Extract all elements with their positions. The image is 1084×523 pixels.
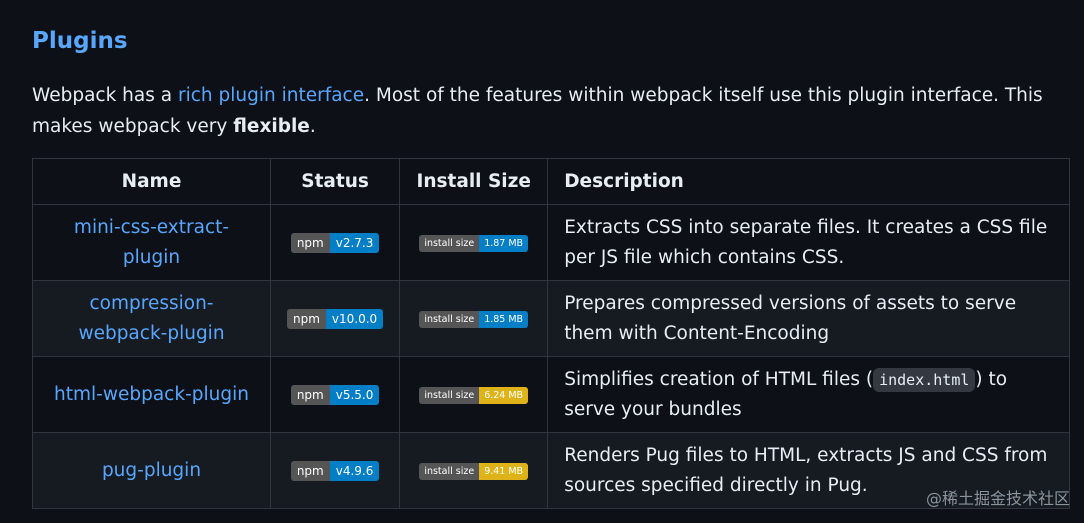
plugin-link[interactable]: pug-plugin (102, 460, 201, 481)
plugins-table: Name Status Install Size Description min… (32, 158, 1070, 509)
plugin-link[interactable]: mini-css-extract-plugin (74, 217, 229, 268)
install-size-badge-label: install size (419, 462, 480, 480)
header-description: Description (547, 158, 1070, 205)
install-size-cell: install size 1.87 MB (399, 204, 549, 281)
install-size-badge[interactable]: install size 1.85 MB (419, 310, 529, 328)
header-install-size: Install Size (399, 158, 549, 205)
install-size-cell: install size 6.24 MB (399, 356, 549, 433)
table-row: pug-plugin npm v4.9.6 install size 9.41 … (32, 432, 1070, 509)
install-size-badge[interactable]: install size 9.41 MB (419, 462, 529, 480)
install-size-badge[interactable]: install size 1.87 MB (419, 234, 529, 252)
install-size-badge-label: install size (419, 310, 480, 328)
npm-badge-label: npm (290, 233, 330, 253)
intro-paragraph: Webpack has a rich plugin interface. Mos… (32, 80, 1062, 142)
install-size-cell: install size 1.85 MB (399, 280, 549, 357)
npm-version-badge[interactable]: npm v4.9.6 (290, 461, 380, 481)
page: Plugins Webpack has a rich plugin interf… (0, 0, 1084, 523)
rich-plugin-interface-link[interactable]: rich plugin interface (178, 85, 364, 106)
install-size-badge-value: 1.87 MB (479, 234, 529, 252)
section-heading: Plugins (32, 28, 128, 54)
npm-badge-version: v10.0.0 (325, 309, 384, 329)
status-cell: npm v4.9.6 (269, 432, 401, 509)
intro-bold-word: flexible (233, 116, 310, 137)
install-size-badge-value: 9.41 MB (479, 462, 529, 480)
install-size-badge-label: install size (419, 234, 480, 252)
description-text-start: Simplifies creation of HTML files ( (564, 368, 874, 390)
header-status: Status (269, 158, 401, 205)
status-cell: npm v10.0.0 (269, 280, 401, 357)
table-header-row: Name Status Install Size Description (32, 158, 1070, 205)
description-cell: Extracts CSS into separate files. It cre… (547, 204, 1070, 281)
table-row: compression-webpack-plugin npm v10.0.0 i… (32, 280, 1070, 357)
npm-badge-label: npm (290, 385, 330, 405)
install-size-badge-label: install size (419, 386, 480, 404)
npm-badge-version: v5.5.0 (329, 385, 380, 405)
table-row: html-webpack-plugin npm v5.5.0 install s… (32, 356, 1070, 433)
status-cell: npm v2.7.3 (269, 204, 401, 281)
plugin-name-cell: mini-css-extract-plugin (32, 204, 271, 281)
npm-badge-label: npm (287, 309, 326, 329)
npm-badge-version: v4.9.6 (329, 461, 380, 481)
plugin-name-cell: pug-plugin (32, 432, 271, 509)
npm-badge-label: npm (290, 461, 330, 481)
inline-code: index.html (873, 367, 976, 392)
plugin-name-cell: html-webpack-plugin (32, 356, 271, 433)
install-size-cell: install size 9.41 MB (399, 432, 549, 509)
plugin-link[interactable]: html-webpack-plugin (54, 384, 249, 405)
status-cell: npm v5.5.0 (269, 356, 401, 433)
plugin-name-cell: compression-webpack-plugin (32, 280, 271, 357)
watermark: @稀土掘金技术社区 (925, 489, 1070, 508)
npm-version-badge[interactable]: npm v5.5.0 (290, 385, 380, 405)
header-name: Name (32, 158, 271, 205)
plugin-link[interactable]: compression-webpack-plugin (78, 293, 224, 344)
intro-text-start: Webpack has a (32, 85, 178, 106)
npm-badge-version: v2.7.3 (329, 233, 380, 253)
description-cell: Prepares compressed versions of assets t… (547, 280, 1070, 357)
description-cell: Simplifies creation of HTML files (index… (547, 356, 1070, 433)
install-size-badge[interactable]: install size 6.24 MB (419, 386, 529, 404)
intro-text-end: . (309, 116, 316, 137)
table-row: mini-css-extract-plugin npm v2.7.3 insta… (32, 204, 1070, 281)
npm-version-badge[interactable]: npm v10.0.0 (287, 309, 384, 329)
install-size-badge-value: 6.24 MB (479, 386, 529, 404)
install-size-badge-value: 1.85 MB (479, 310, 529, 328)
npm-version-badge[interactable]: npm v2.7.3 (290, 233, 380, 253)
